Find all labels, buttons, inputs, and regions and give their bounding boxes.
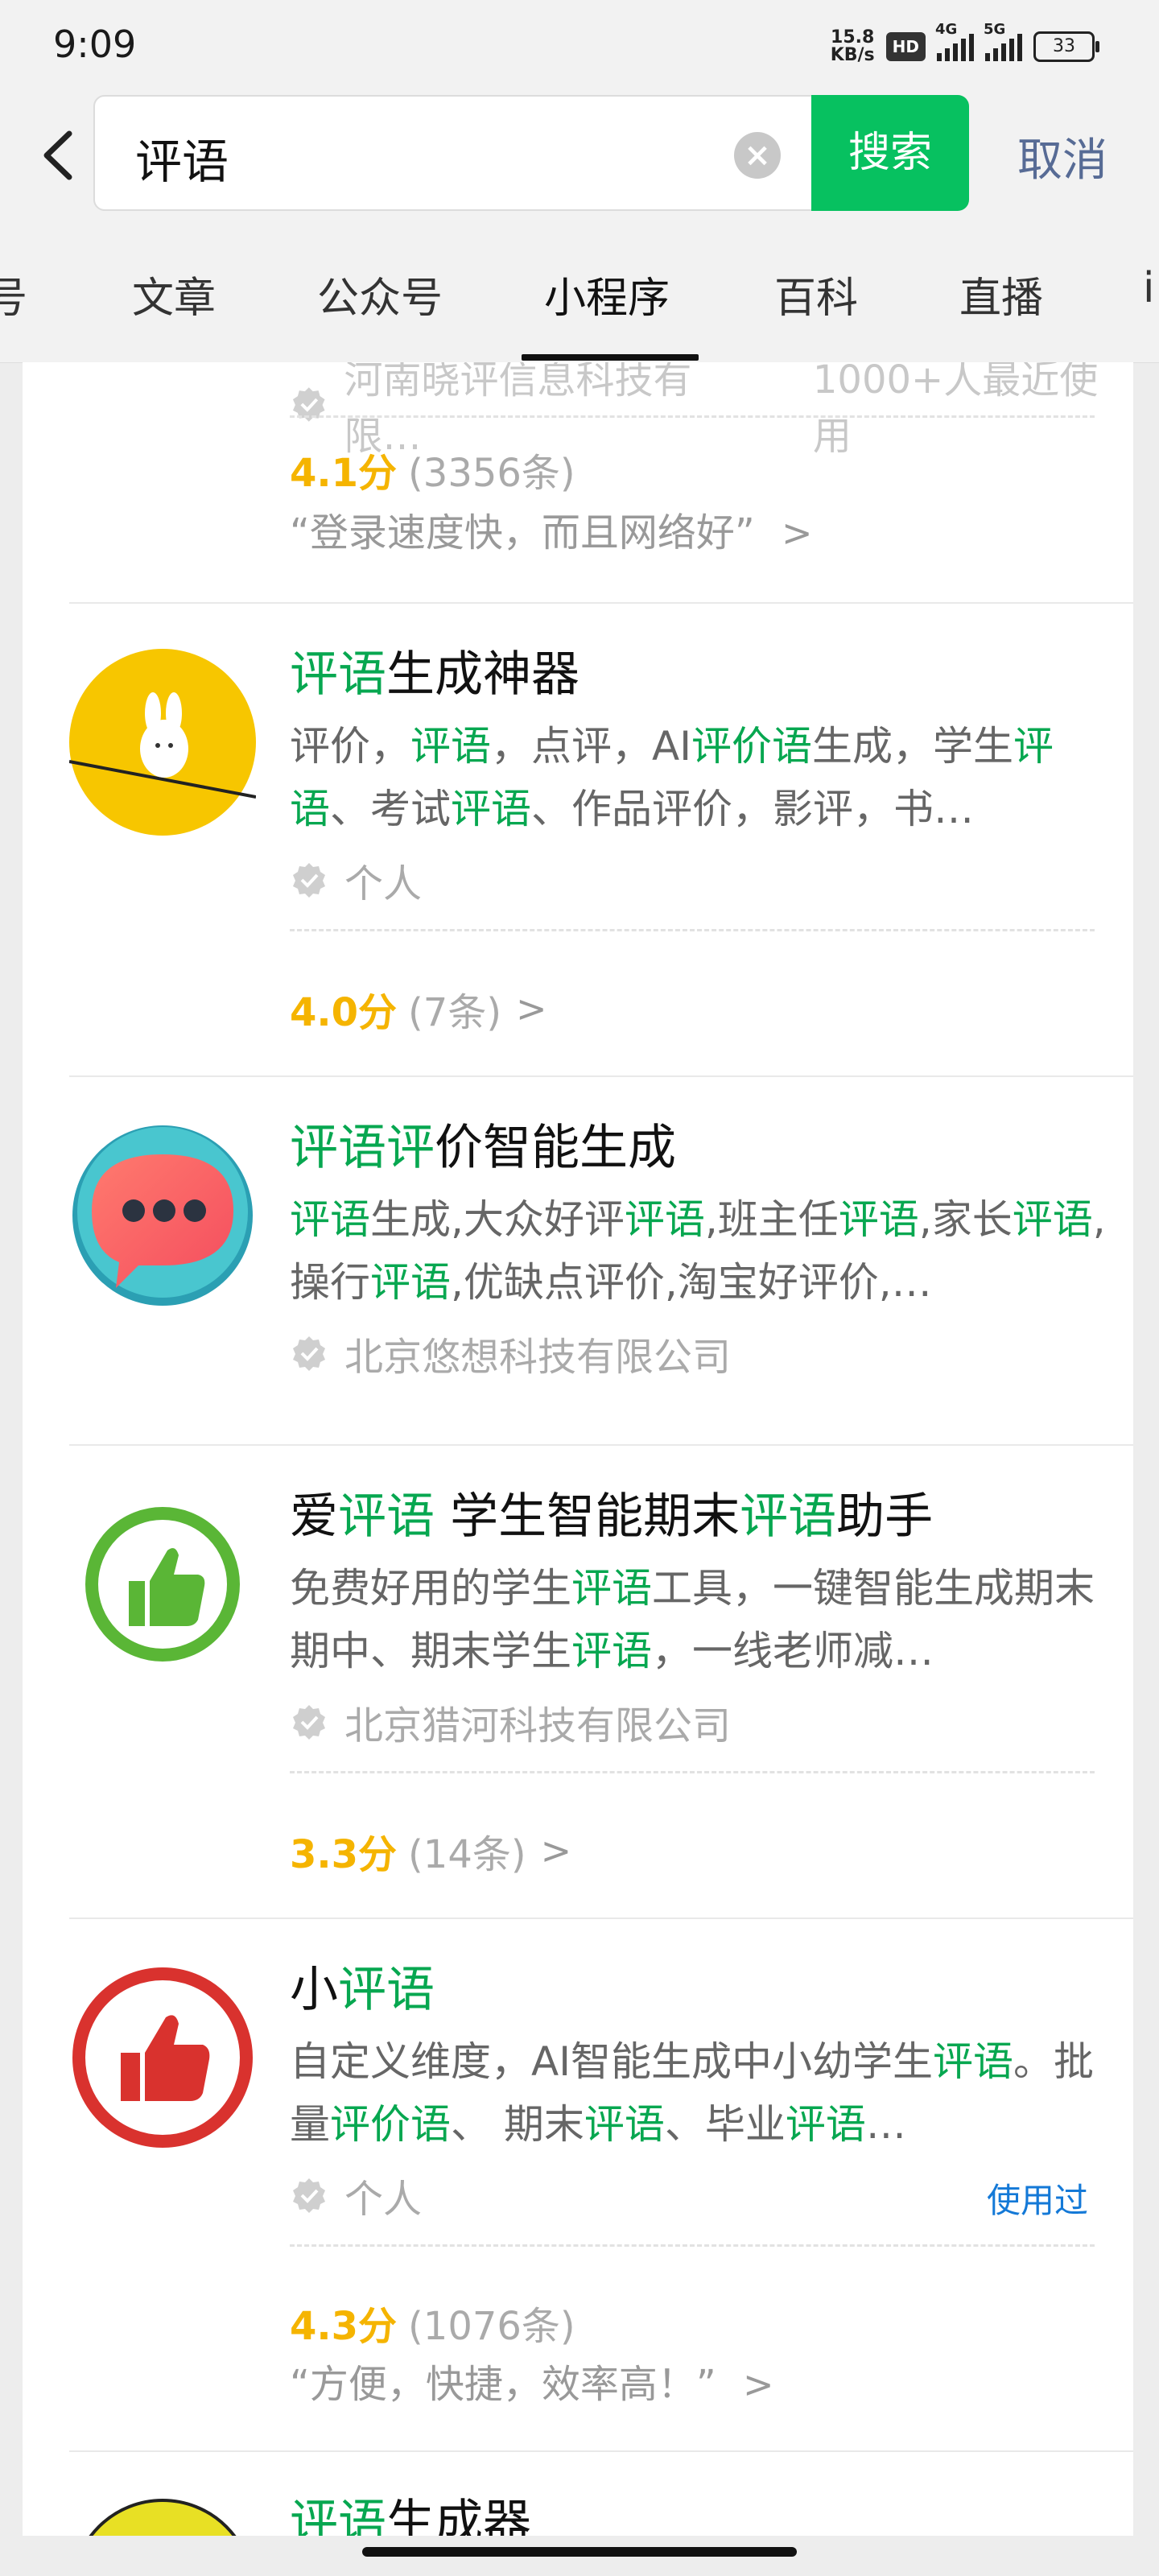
top-review[interactable]: “方便，快捷，效率高！” > xyxy=(290,2352,774,2409)
owner-name: 北京悠想科技有限公司 xyxy=(344,1335,732,1380)
net-label-5g: 5G xyxy=(984,21,1006,38)
rating[interactable]: 4.0分 (7条) > xyxy=(290,980,547,1037)
result-owner: 个人 xyxy=(290,852,422,908)
rating: 4.3分 (1076条) xyxy=(290,2294,575,2351)
network-speed: 15.8 KB/s xyxy=(831,29,875,64)
result-item[interactable]: 河南晓评信息科技有限… 1000+人最近使用 4.1分 (3356条) “登录速… xyxy=(23,362,1133,604)
status-icons: 15.8 KB/s HD 4G 5G 33 xyxy=(831,21,1099,64)
divider xyxy=(290,415,1095,418)
tab-articles[interactable]: 文章 xyxy=(132,264,216,324)
home-indicator[interactable] xyxy=(362,2547,797,2557)
verified-icon xyxy=(293,1705,325,1740)
rabbit-icon xyxy=(69,649,256,836)
tab-account[interactable]: 号 xyxy=(0,264,27,324)
result-title: 小评语 xyxy=(290,1962,435,2018)
net-label-4g: 4G xyxy=(935,21,958,38)
chevron-right-icon: > xyxy=(540,1829,572,1872)
verified-icon xyxy=(293,863,325,898)
search-button[interactable]: 搜索 xyxy=(811,95,969,211)
tab-official-accounts[interactable]: 公众号 xyxy=(317,264,443,324)
chevron-right-icon: > xyxy=(743,2363,774,2406)
result-content: 小评语 自定义维度，AI智能生成中小幼学生评语。批量评价语、 期末评语、毕业评语… xyxy=(290,1961,1111,2156)
title-keyword: 评语 xyxy=(290,646,386,703)
result-item[interactable]: 评语评价智能生成 评语生成,大众好评评语,班主任评语,家长评语,操行评语,优缺点… xyxy=(23,1077,1133,1444)
speed-value: 15.8 xyxy=(831,27,875,47)
speed-unit: KB/s xyxy=(830,45,875,65)
divider xyxy=(290,2244,1095,2247)
thumbs-up-green-icon xyxy=(85,1507,240,1662)
result-content: 评语生成器 xyxy=(290,2494,1111,2536)
back-arrow-icon[interactable] xyxy=(35,127,84,184)
result-item[interactable]: 评语生成器 xyxy=(23,2452,1133,2536)
active-tab-indicator xyxy=(522,354,699,361)
rating-count: (14条) xyxy=(408,1832,526,1877)
rating-count: (7条) xyxy=(408,990,502,1035)
rating-score: 4.3分 xyxy=(290,2304,398,2349)
search-header: 评语 × 搜索 取消 xyxy=(0,89,1159,216)
result-title: 爱评语 学生智能期末评语助手 xyxy=(290,1488,934,1545)
results-list: 河南晓评信息科技有限… 1000+人最近使用 4.1分 (3356条) “登录速… xyxy=(23,362,1133,2536)
recent-users: 1000+人最近使用 xyxy=(812,362,1099,459)
rating-score: 4.0分 xyxy=(290,990,398,1035)
rating[interactable]: 3.3分 (14条) > xyxy=(290,1823,571,1879)
result-description: 评价，评语，点评，AI评价语生成，学生评语、考试评语、作品评价，影评，书… xyxy=(290,723,1054,832)
divider xyxy=(290,1771,1095,1773)
verified-icon xyxy=(293,1336,325,1371)
result-title: 评语生成器 xyxy=(290,2495,531,2536)
rating-count: (1076条) xyxy=(408,2304,575,2349)
review-text: “登录速度快，而且网络好” xyxy=(290,510,755,555)
result-item[interactable]: 爱评语 学生智能期末评语助手 免费好用的学生评语工具，一键智能生成期末期中、期末… xyxy=(23,1446,1133,1918)
clear-icon[interactable]: × xyxy=(734,132,781,179)
result-item[interactable]: 小评语 自定义维度，AI智能生成中小幼学生评语。批量评价语、 期末评语、毕业评语… xyxy=(23,1919,1133,2450)
battery-icon: 33 xyxy=(1033,31,1099,62)
result-content: 爱评语 学生智能期末评语助手 免费好用的学生评语工具，一键智能生成期末期中、期末… xyxy=(290,1488,1111,1682)
rating-count: (3356条) xyxy=(408,451,575,496)
result-description: 评语生成,大众好评评语,班主任评语,家长评语,操行评语,优缺点评价,淘宝好评价,… xyxy=(290,1196,1106,1306)
rating-score: 4.1分 xyxy=(290,451,398,496)
result-content: 评语评价智能生成 评语生成,大众好评评语,班主任评语,家长评语,操行评语,优缺点… xyxy=(290,1119,1111,1314)
top-review[interactable]: “登录速度快，而且网络好” > xyxy=(290,501,813,557)
owner-name: 个人 xyxy=(344,2177,423,2222)
result-description: 免费好用的学生评语工具，一键智能生成期末期中、期末学生评语，一线老师减… xyxy=(290,1565,1095,1674)
hd-icon: HD xyxy=(885,32,926,61)
tab-encyclopedia[interactable]: 百科 xyxy=(774,264,858,324)
chevron-right-icon: > xyxy=(516,987,547,1030)
divider xyxy=(290,929,1095,931)
rating-score: 3.3分 xyxy=(290,1832,398,1877)
review-text: “方便，快捷，效率高！” xyxy=(290,2362,716,2407)
verified-icon xyxy=(293,2178,325,2213)
clock: 9:09 xyxy=(53,23,137,66)
signal-5g-icon: 5G xyxy=(984,21,1022,61)
cancel-button[interactable]: 取消 xyxy=(1017,124,1107,189)
chat-bubble-icon xyxy=(72,1125,253,1306)
search-query-text[interactable]: 评语 xyxy=(135,124,229,192)
owner-name: 北京猎河科技有限公司 xyxy=(344,1703,732,1748)
result-owner: 北京猎河科技有限公司 xyxy=(290,1694,731,1750)
result-description: 自定义维度，AI智能生成中小幼学生评语。批量评价语、 期末评语、毕业评语… xyxy=(290,2038,1094,2148)
tab-more[interactable]: i xyxy=(1143,264,1154,312)
result-item[interactable]: 评语生成神器 评价，评语，点评，AI评价语生成，学生评语、考试评语、作品评价，影… xyxy=(23,604,1133,1075)
result-content: 评语生成神器 评价，评语，点评，AI评价语生成，学生评语、考试评语、作品评价，影… xyxy=(290,646,1111,840)
status-bar: 9:09 15.8 KB/s HD 4G 5G 33 xyxy=(0,0,1159,89)
title-text: 生成神器 xyxy=(386,646,580,703)
tab-mini-programs[interactable]: 小程序 xyxy=(544,264,670,324)
result-title: 评语评价智能生成 xyxy=(290,1120,676,1176)
signal-4g-icon: 4G xyxy=(935,21,974,61)
category-tabs: 号 文章 公众号 小程序 百科 直播 i xyxy=(0,216,1159,363)
chevron-right-icon: > xyxy=(782,511,813,555)
thumbs-up-red-icon xyxy=(72,1967,253,2148)
owner-name: 个人 xyxy=(344,861,423,906)
result-owner: 个人 xyxy=(290,2167,422,2223)
tab-live[interactable]: 直播 xyxy=(959,264,1043,324)
search-input[interactable]: 评语 × 搜索 xyxy=(93,95,969,211)
rating: 4.1分 (3356条) xyxy=(290,441,575,497)
result-title: 评语生成神器 xyxy=(290,646,1111,704)
yellow-circle-icon xyxy=(89,2499,237,2536)
result-owner: 北京悠想科技有限公司 xyxy=(290,1325,731,1381)
used-badge: 使用过 xyxy=(986,2181,1088,2220)
